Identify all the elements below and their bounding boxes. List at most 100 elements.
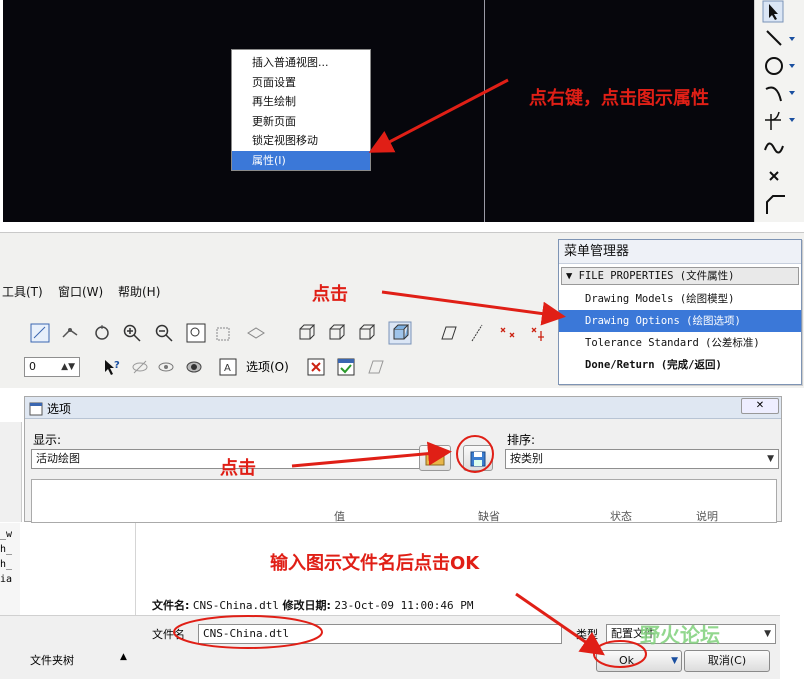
datum-point-icon[interactable] (498, 323, 518, 343)
annotation-icon[interactable]: A (218, 357, 238, 377)
type-select[interactable]: 配置文件 ▼ (606, 624, 776, 644)
triangle-up-icon[interactable]: ▲ (120, 652, 127, 662)
save-copy-button[interactable] (463, 445, 493, 471)
shading-icon[interactable] (388, 321, 412, 345)
context-menu-item-insert-view[interactable]: 插入普通视图... (232, 53, 370, 73)
fillet-icon[interactable] (759, 108, 799, 132)
filename-input[interactable]: CNS-China.dtl (198, 624, 562, 644)
menu-help[interactable]: 帮助(H) (118, 283, 160, 300)
arc-icon[interactable] (759, 81, 799, 105)
tutorial-composite: 插入普通视图... 页面设置 再生绘制 更新页面 锁定视图移动 属性(I) 点右… (0, 0, 804, 679)
datum-icon[interactable] (60, 323, 80, 343)
column-description: 说明 (696, 510, 718, 523)
sort-value: 按类别 (510, 452, 543, 465)
dialog-titlebar: 选项 ✕ (25, 397, 781, 419)
ok-button[interactable]: Ok ▼ (596, 650, 682, 672)
tree-item[interactable]: h_ (0, 557, 20, 572)
open-file-button[interactable] (419, 445, 451, 471)
menu-item-drawing-options[interactable]: Drawing Options (绘图选项) (559, 310, 801, 332)
sort-select[interactable]: 按类别 ▼ (505, 449, 779, 469)
spinner-value: 0 (29, 360, 36, 373)
point-icon[interactable] (759, 164, 799, 188)
spline-icon[interactable] (759, 136, 799, 160)
tree-item[interactable]: h_ (0, 542, 20, 557)
close-window-icon[interactable] (306, 357, 326, 377)
spinner-field[interactable]: 0 ▲▼ (24, 357, 80, 377)
tree-item[interactable]: _w (0, 527, 20, 542)
tree-item[interactable]: ia (0, 572, 20, 587)
datum-axis-icon[interactable] (468, 323, 488, 343)
zoom-window-icon[interactable] (186, 323, 206, 343)
info-filename-value: CNS-China.dtl (192, 599, 279, 612)
menu-tools[interactable]: 工具(T) (2, 283, 43, 300)
file-properties-header[interactable]: ▼ FILE PROPERTIES (文件属性) (561, 267, 799, 285)
context-menu-item-page-setup[interactable]: 页面设置 (232, 73, 370, 93)
svg-text:A: A (224, 363, 231, 374)
datum-plane-icon[interactable] (438, 323, 458, 343)
annotation-right-click: 点右键，点击图示属性 (529, 88, 709, 109)
circle-icon[interactable] (759, 54, 799, 78)
triangle-down-icon: ▼ (566, 270, 579, 282)
accept-icon[interactable] (336, 357, 356, 377)
refit-icon[interactable] (30, 323, 50, 343)
type-value: 配置文件 (611, 627, 655, 640)
csys-icon[interactable] (528, 323, 548, 343)
info-filename-label: 文件名: (152, 599, 190, 612)
column-status: 状态 (610, 510, 632, 523)
file-save-dialog: _w h_ h_ ia 输入图示文件名后点击OK 文件名: CNS-China.… (0, 523, 804, 679)
filename-label: 文件名 (152, 628, 185, 641)
context-menu-item-properties[interactable]: 属性(I) (232, 150, 370, 170)
orient-icon[interactable] (92, 323, 112, 343)
display-icon[interactable] (184, 357, 204, 377)
context-menu-item-regenerate[interactable]: 再生绘制 (232, 92, 370, 112)
file-properties-label: FILE PROPERTIES (文件属性) (578, 270, 735, 282)
options-button[interactable]: 选项(O) (246, 358, 289, 375)
cancel-button[interactable]: 取消(C) (684, 650, 770, 672)
wireframe-icon[interactable] (296, 323, 316, 343)
select-arrow-icon[interactable] (759, 0, 799, 24)
dialog-bottom-bar: 文件名 CNS-China.dtl 类型 配置文件 ▼ 文件夹树 ▲ Ok ▼ 取消… (0, 615, 780, 679)
drawing-canvas[interactable]: 插入普通视图... 页面设置 再生绘制 更新页面 锁定视图移动 属性(I) 点右… (3, 0, 754, 222)
sketch-view-icon[interactable] (214, 323, 234, 343)
open-folder-icon (425, 453, 445, 466)
canvas-divider-line (484, 0, 485, 222)
dialog-title: 选项 (47, 402, 72, 416)
hidden-line-icon[interactable] (326, 323, 346, 343)
context-menu: 插入普通视图... 页面设置 再生绘制 更新页面 锁定视图移动 属性(I) (231, 49, 371, 171)
context-menu-item-lock-view[interactable]: 锁定视图移动 (232, 131, 370, 151)
save-icon (470, 451, 486, 467)
sort-label: 排序: (507, 433, 536, 447)
menu-manager-title: 菜单管理器 (559, 240, 801, 264)
left-edge-strip (0, 422, 22, 522)
menu-manager: 菜单管理器 ▼ FILE PROPERTIES (文件属性) Drawing M… (558, 239, 802, 385)
help-whats-this-icon[interactable]: ? (102, 357, 122, 377)
annotation-click-menu: 点击 (312, 284, 348, 305)
zoom-in-icon[interactable] (122, 323, 142, 343)
chamfer-icon[interactable] (759, 192, 799, 216)
dialog-close-button[interactable]: ✕ (741, 398, 779, 414)
zoom-out-icon[interactable] (154, 323, 174, 343)
no-hidden-icon[interactable] (356, 323, 376, 343)
options-dialog-area: 选项 ✕ 显示: 活动绘图 排序: 按类别 ▼ 值 缺省 状态 说明 点击 (0, 392, 804, 523)
annotation-enter-filename: 输入图示文件名后点击OK (270, 553, 480, 574)
ok-dropdown-icon[interactable]: ▼ (671, 651, 678, 671)
file-info-line: 文件名: CNS-China.dtl 修改日期: 23-Oct-09 11:00… (152, 597, 473, 613)
tree-list: _w h_ h_ ia (0, 523, 20, 615)
menu-item-tolerance-standard[interactable]: Tolerance Standard (公差标准) (559, 332, 801, 354)
layers-icon[interactable] (246, 323, 266, 343)
parallelogram-icon[interactable] (366, 357, 386, 377)
menu-item-done-return[interactable]: Done/Return (完成/返回) (559, 354, 801, 376)
folder-tree-toggle[interactable]: 文件夹树 (30, 652, 74, 668)
spinner-arrow-icon[interactable]: ▲▼ (61, 358, 75, 376)
line-icon[interactable] (759, 27, 799, 51)
menu-item-drawing-models[interactable]: Drawing Models (绘图模型) (559, 288, 801, 310)
info-modified-value: 23-Oct-09 11:00:46 PM (334, 599, 474, 612)
display-value: 活动绘图 (36, 452, 80, 465)
chevron-down-icon: ▼ (764, 629, 771, 639)
filename-value: CNS-China.dtl (203, 627, 290, 640)
hide-icon[interactable] (130, 357, 150, 377)
menu-window[interactable]: 窗口(W) (58, 283, 103, 300)
context-menu-item-update-page[interactable]: 更新页面 (232, 112, 370, 132)
annotation-click-save: 点击 (220, 458, 256, 479)
view-icon[interactable] (156, 357, 176, 377)
